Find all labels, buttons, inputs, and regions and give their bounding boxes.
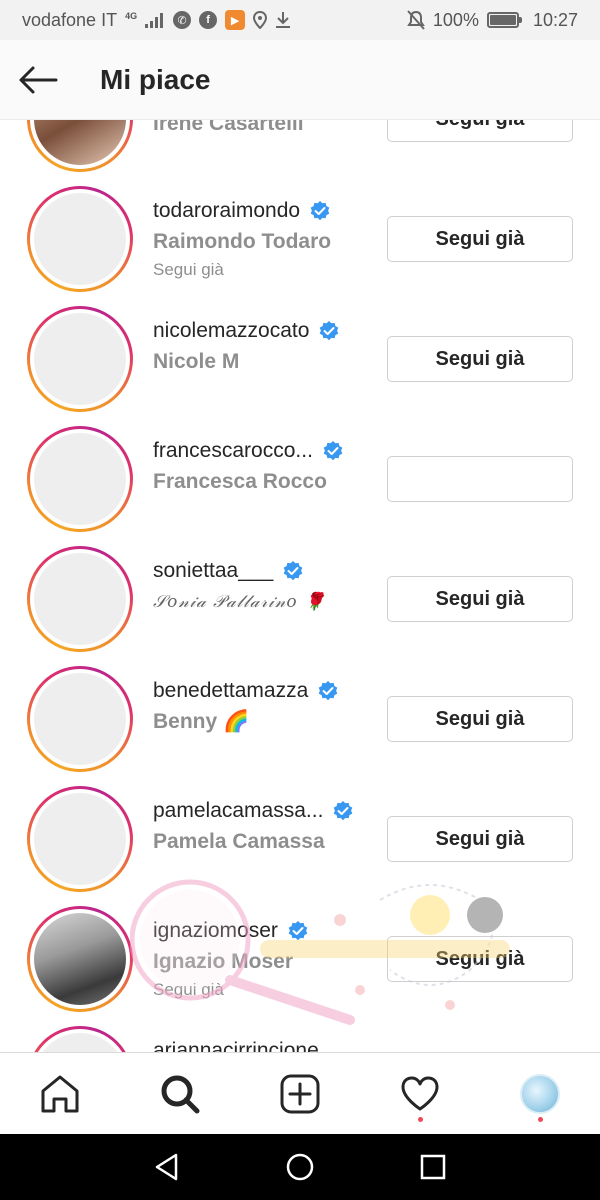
- user-row[interactable]: pamelacamassa... Pamela Camassa Segui già: [0, 778, 600, 898]
- battery-percent: 100%: [432, 9, 479, 30]
- system-recents-icon[interactable]: [418, 1152, 448, 1182]
- full-name: Ignazio Moser: [153, 950, 294, 973]
- verified-badge-icon: [310, 201, 330, 221]
- story-ring[interactable]: [27, 1026, 133, 1052]
- avatar: [34, 553, 126, 645]
- carrier-name: vodafone IT: [22, 9, 118, 30]
- home-icon: [41, 1075, 79, 1112]
- download-icon: [275, 11, 291, 29]
- username[interactable]: todaroraimondo: [153, 199, 300, 223]
- following-button[interactable]: Segui già: [387, 576, 573, 622]
- verified-badge-icon: [288, 921, 308, 941]
- location-icon: [253, 11, 268, 29]
- avatar: [34, 120, 126, 165]
- username[interactable]: nicolemazzocato: [153, 319, 309, 343]
- verified-badge-icon: [283, 561, 303, 581]
- status-bar: vodafone IT 4G ✆ f ▶ 100% 10:27: [0, 0, 600, 40]
- system-home-icon[interactable]: [285, 1152, 315, 1182]
- user-row[interactable]: Irene Casartelli Segui già: [0, 120, 600, 178]
- likes-list[interactable]: Irene Casartelli Segui già todaroraimondo R…: [0, 120, 600, 1052]
- back-button[interactable]: [18, 60, 58, 100]
- bottom-nav: [0, 1052, 600, 1134]
- user-row[interactable]: ignaziomoser Ignazio Moser Segui già Segui …: [0, 898, 600, 1018]
- battery-icon: [486, 12, 522, 28]
- full-name: Nicole M: [153, 350, 240, 373]
- avatar: [34, 313, 126, 405]
- signal-icon: [145, 12, 165, 28]
- full-name: 𝒮𝑜𝓃𝒾𝒶 𝒫𝒶𝓁𝓁𝒶𝓇𝒾𝓃𝑜 🌹: [153, 592, 327, 612]
- following-button[interactable]: Segui già: [387, 120, 573, 142]
- story-ring[interactable]: [27, 186, 133, 292]
- following-button[interactable]: Segui già: [387, 936, 573, 982]
- verified-badge-icon: [333, 801, 353, 821]
- following-button[interactable]: Segui già: [387, 216, 573, 262]
- user-row[interactable]: ariannacirrincione: [0, 1018, 600, 1052]
- verified-badge-icon: [319, 321, 339, 341]
- user-row[interactable]: todaroraimondo Raimondo Todaro Segui già Se…: [0, 178, 600, 298]
- battery-fill: [489, 15, 516, 25]
- following-button[interactable]: [387, 456, 573, 502]
- follow-status: Segui già: [153, 980, 224, 999]
- avatar: [34, 1033, 126, 1052]
- user-row[interactable]: francescarocco... Francesca Rocco: [0, 418, 600, 538]
- nav-search[interactable]: [150, 1064, 210, 1124]
- play-app-icon: ▶: [225, 10, 246, 30]
- full-name: Irene Casartelli: [153, 120, 304, 135]
- username[interactable]: soniettaa___: [153, 559, 273, 583]
- full-name: Pamela Camassa: [153, 830, 325, 853]
- network-type: 4G: [125, 10, 138, 21]
- story-ring[interactable]: [27, 906, 133, 1012]
- user-row[interactable]: benedettamazza Benny 🌈 Segui già: [0, 658, 600, 778]
- follow-status: Segui già: [153, 260, 224, 279]
- nav-new-post[interactable]: [270, 1064, 330, 1124]
- system-back-icon[interactable]: [152, 1152, 182, 1182]
- new-post-icon: [280, 1074, 320, 1113]
- page-title: Mi piace: [100, 63, 211, 95]
- story-ring[interactable]: [27, 426, 133, 532]
- verified-badge-icon: [323, 441, 343, 461]
- activity-heart-icon: [401, 1076, 439, 1110]
- back-arrow-icon: [19, 66, 58, 93]
- profile-notification-dot: [538, 1116, 543, 1122]
- following-button[interactable]: Segui già: [387, 336, 573, 382]
- story-ring[interactable]: [27, 666, 133, 772]
- username[interactable]: ariannacirrincione: [153, 1039, 319, 1052]
- username[interactable]: pamelacamassa...: [153, 799, 323, 823]
- nav-home[interactable]: [30, 1064, 90, 1124]
- app-header: Mi piace: [0, 40, 600, 120]
- search-icon: [161, 1075, 200, 1113]
- story-ring[interactable]: [27, 546, 133, 652]
- activity-notification-dot: [418, 1116, 423, 1122]
- following-button[interactable]: Segui già: [387, 816, 573, 862]
- avatar: [34, 433, 126, 525]
- avatar: [34, 793, 126, 885]
- user-row[interactable]: nicolemazzocato Nicole M Segui già: [0, 298, 600, 418]
- system-nav-bar: [0, 1134, 600, 1200]
- full-name: Benny 🌈: [153, 710, 250, 733]
- nav-activity[interactable]: [390, 1064, 450, 1124]
- following-button[interactable]: Segui già: [387, 696, 573, 742]
- username[interactable]: ignaziomoser: [153, 919, 278, 943]
- avatar: [34, 193, 126, 285]
- story-ring[interactable]: [27, 120, 133, 172]
- avatar: [34, 913, 126, 1005]
- silent-bell-icon: [407, 10, 425, 30]
- profile-avatar: [520, 1073, 560, 1114]
- username[interactable]: francescarocco...: [153, 439, 313, 463]
- avatar: [34, 673, 126, 765]
- username[interactable]: benedettamazza: [153, 679, 308, 703]
- user-row[interactable]: soniettaa___ 𝒮𝑜𝓃𝒾𝒶 𝒫𝒶𝓁𝓁𝒶𝓇𝒾𝓃𝑜 🌹 Segui già: [0, 538, 600, 658]
- story-ring[interactable]: [27, 306, 133, 412]
- verified-badge-icon: [318, 681, 338, 701]
- full-name: Raimondo Todaro: [153, 230, 332, 253]
- clock: 10:27: [532, 9, 578, 30]
- nav-profile[interactable]: [510, 1064, 570, 1124]
- whatsapp-icon: ✆: [173, 11, 192, 29]
- facebook-icon: f: [199, 11, 218, 29]
- story-ring[interactable]: [27, 786, 133, 892]
- full-name: Francesca Rocco: [153, 470, 327, 493]
